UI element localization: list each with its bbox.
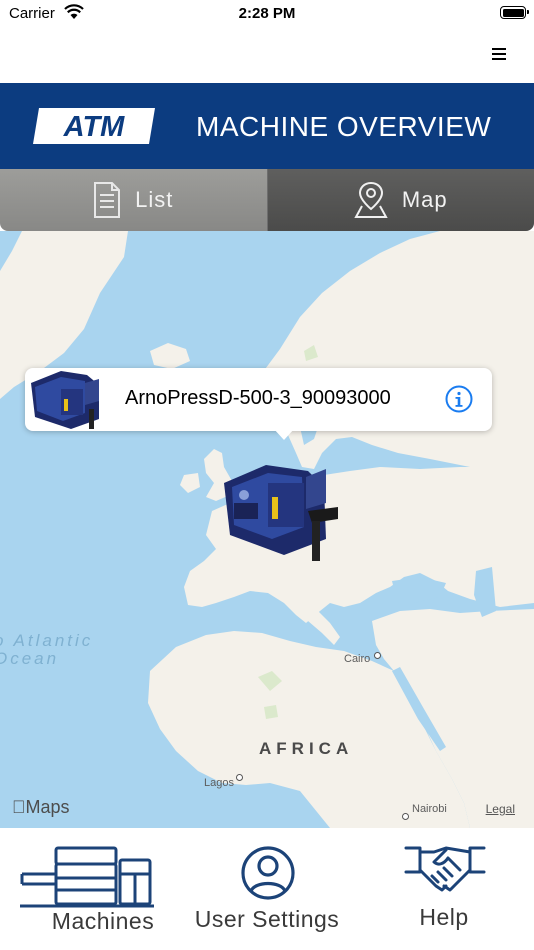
app-header: ATM MACHINE OVERVIEW xyxy=(0,83,534,169)
info-icon[interactable] xyxy=(445,385,473,413)
continent-label: AFRICA xyxy=(259,739,354,758)
nav-bar xyxy=(0,30,534,84)
maps-attribution: Maps xyxy=(12,797,70,817)
city-dot-nairobi xyxy=(402,813,409,820)
machine-name: ArnoPressD-500-3_90093000 xyxy=(125,387,391,409)
status-bar: Carrier 2:28 PM xyxy=(0,0,534,30)
city-dot-lagos xyxy=(236,774,243,781)
tab-user-settings[interactable]: User Settings xyxy=(176,828,358,950)
legal-link[interactable]: Legal xyxy=(486,802,515,816)
machines-icon xyxy=(20,846,154,908)
tab-list-label: List xyxy=(135,187,174,212)
logo-text: ATM xyxy=(63,111,126,143)
page-title: MACHINE OVERVIEW xyxy=(196,111,492,142)
tab-list[interactable]: List xyxy=(0,169,268,231)
city-label-lagos: Lagos xyxy=(204,777,234,789)
machine-thumbnail xyxy=(31,371,99,429)
user-icon xyxy=(241,846,295,900)
tab-user-settings-label: User Settings xyxy=(194,906,340,932)
callout-pointer xyxy=(273,428,295,440)
machine-map-pin[interactable] xyxy=(214,447,342,567)
city-label-cairo: Cairo xyxy=(344,653,371,665)
atm-logo: ATM xyxy=(33,108,155,144)
hamburger-menu-icon[interactable] xyxy=(492,48,506,60)
city-label-nairobi: Nairobi xyxy=(412,803,447,815)
map-view[interactable]: o Atlantic Ocean AFRICA Cairo Lagos Nair… xyxy=(0,231,534,828)
map-pin-icon xyxy=(354,181,388,218)
battery-icon xyxy=(500,6,529,19)
ocean-label: o Atlantic Ocean xyxy=(0,631,94,668)
view-switcher: List Map xyxy=(0,169,534,231)
tab-help-label: Help xyxy=(419,904,469,930)
document-icon xyxy=(94,182,121,218)
tab-map-label: Map xyxy=(401,187,448,212)
tab-bar: Machines User Settings Help xyxy=(0,828,534,950)
city-dot-cairo xyxy=(374,652,381,659)
clock: 2:28 PM xyxy=(238,5,296,22)
handshake-icon xyxy=(404,846,486,892)
machine-callout[interactable]: ArnoPressD-500-3_90093000 xyxy=(25,368,492,440)
tab-map[interactable]: Map xyxy=(267,169,534,231)
tab-help[interactable]: Help xyxy=(354,828,534,950)
apple-logo-icon:  xyxy=(12,797,26,817)
